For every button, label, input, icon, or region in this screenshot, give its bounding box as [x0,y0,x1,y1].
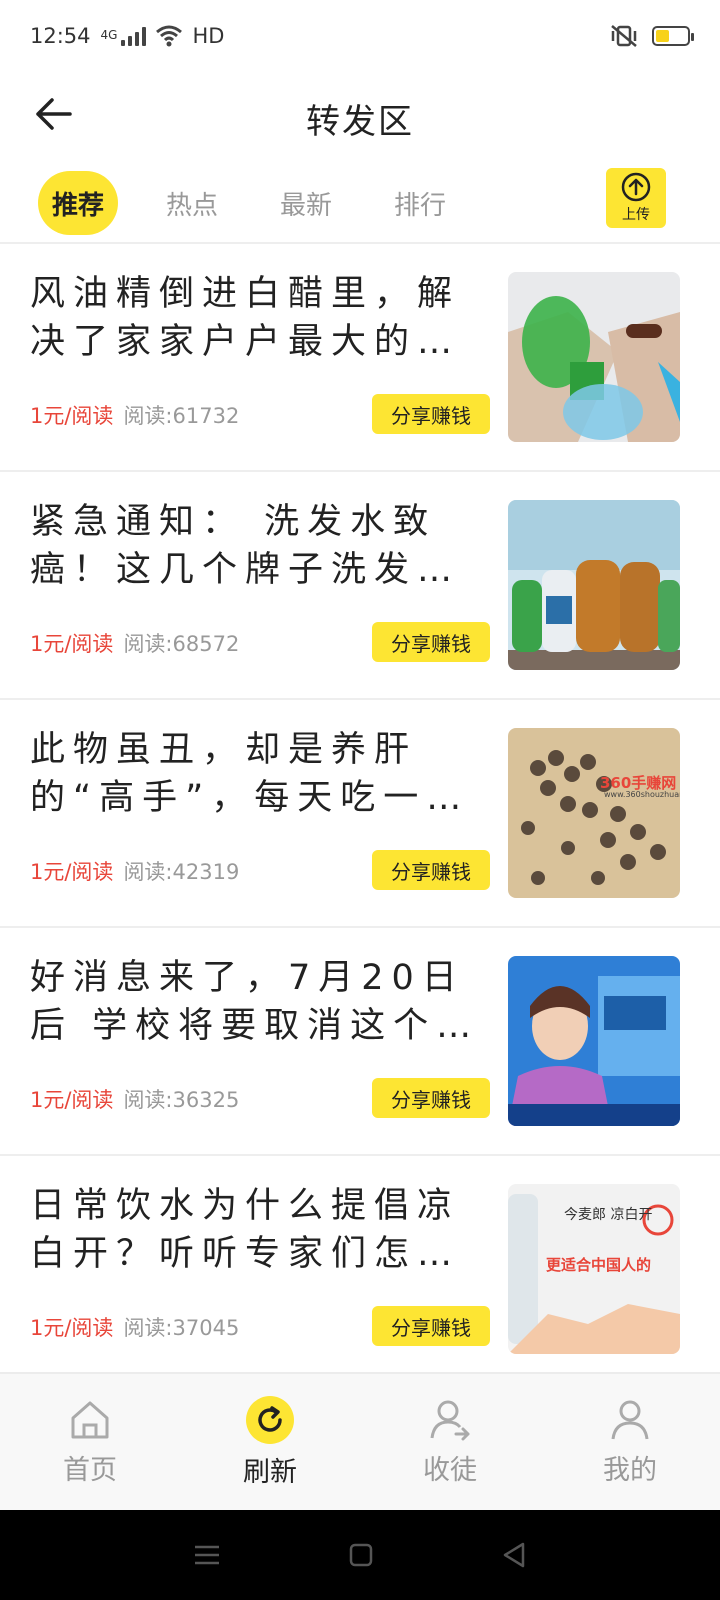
water-brand: 今麦郎 凉白开 [564,1207,653,1223]
watermark-url: www.360shouzhuan.com [604,790,680,799]
price-per-read: 1元/阅读 [30,404,114,428]
hd-label: HD [192,24,225,48]
back-triangle-icon[interactable] [501,1541,527,1569]
home-square-icon[interactable] [348,1542,374,1568]
article-item[interactable]: 好消息来了，7月20日后 学校将要取消这个… 1元/阅读 阅读:36325 分享… [0,928,720,1156]
article-title[interactable]: 此物虽丑，却是养肝的“高手”，每天吃一… [30,726,480,822]
article-meta: 1元/阅读 阅读:61732 [30,400,239,430]
article-item[interactable]: 风油精倒进白醋里，解决了家家户户最大的… 1元/阅读 阅读:61732 分享赚钱 [0,244,720,472]
share-earn-button[interactable]: 分享赚钱 [372,1306,490,1346]
read-count: 阅读:42319 [123,860,240,884]
article-meta: 1元/阅读 阅读:68572 [30,628,239,658]
water-thumbnail[interactable]: 今麦郎 凉白开 更适合中国人的 [508,1184,680,1354]
upload-button[interactable]: 上传 [606,168,666,228]
nav-label: 刷新 [243,1456,297,1488]
upload-icon [621,172,651,202]
bottom-nav: 首页 刷新 收徒 我的 [0,1372,720,1510]
page-title: 转发区 [306,101,414,142]
news-anchor-thumbnail[interactable] [508,956,680,1126]
status-left: 12:54 4G HD [30,24,224,48]
add-disciple-icon [430,1400,470,1440]
article-meta: 1元/阅读 阅读:37045 [30,1312,239,1342]
article-title[interactable]: 日常饮水为什么提倡凉白开？听听专家们怎… [30,1182,480,1278]
shampoo-thumbnail[interactable] [508,500,680,670]
tab-hot[interactable]: 热点 [152,171,232,235]
nav-label: 首页 [63,1454,117,1486]
water-slogan: 更适合中国人的 [546,1256,652,1274]
back-button[interactable] [26,86,82,142]
status-time: 12:54 [30,24,91,48]
header: 转发区 [0,72,720,164]
system-nav-bar [0,1510,720,1600]
article-list: 风油精倒进白醋里，解决了家家户户最大的… 1元/阅读 阅读:61732 分享赚钱… [0,244,720,1384]
profile-icon [611,1400,649,1439]
share-earn-button[interactable]: 分享赚钱 [372,850,490,890]
status-bar: 12:54 4G HD [0,0,720,72]
category-tabs: 推荐 热点 最新 排行 上传 [0,164,720,242]
battery-icon [652,26,694,46]
article-meta: 1元/阅读 阅读:42319 [30,856,239,886]
back-arrow-icon [36,98,72,130]
article-item[interactable]: 紧急通知： 洗发水致癌！这几个牌子洗发… 1元/阅读 阅读:68572 分享赚钱 [0,472,720,700]
read-count: 阅读:61732 [123,404,240,428]
article-title[interactable]: 好消息来了，7月20日后 学校将要取消这个… [30,954,480,1050]
price-per-read: 1元/阅读 [30,860,114,884]
signal-icon [121,26,147,46]
article-item[interactable]: 此物虽丑，却是养肝的“高手”，每天吃一… 1元/阅读 阅读:42319 分享赚钱… [0,700,720,928]
share-earn-button[interactable]: 分享赚钱 [372,622,490,662]
nav-profile[interactable]: 我的 [550,1382,710,1502]
share-earn-button[interactable]: 分享赚钱 [372,1078,490,1118]
nav-home[interactable]: 首页 [10,1382,170,1502]
price-per-read: 1元/阅读 [30,1088,114,1112]
refresh-icon [246,1395,294,1444]
upload-label: 上传 [622,207,650,223]
wifi-icon [156,25,183,47]
article-title[interactable]: 紧急通知： 洗发水致癌！这几个牌子洗发… [30,498,480,594]
tab-ranking[interactable]: 排行 [380,171,460,235]
article-title[interactable]: 风油精倒进白醋里，解决了家家户户最大的… [30,270,480,366]
price-per-read: 1元/阅读 [30,632,114,656]
tab-recommended[interactable]: 推荐 [38,171,119,235]
home-icon [71,1401,109,1438]
mute-vibrate-icon [611,25,637,47]
nav-label: 收徒 [423,1454,477,1486]
network-label: 4G [100,28,118,42]
read-count: 阅读:36325 [123,1088,240,1112]
read-count: 阅读:37045 [123,1316,240,1340]
bottle-thumbnail[interactable] [508,272,680,442]
tab-latest[interactable]: 最新 [266,171,346,235]
menu-icon[interactable] [193,1543,221,1567]
nav-label: 我的 [603,1454,657,1486]
nav-refresh[interactable]: 刷新 [190,1382,350,1502]
article-item[interactable]: 日常饮水为什么提倡凉白开？听听专家们怎… 1元/阅读 阅读:37045 分享赚钱… [0,1156,720,1384]
article-meta: 1元/阅读 阅读:36325 [30,1084,239,1114]
seeds-thumbnail[interactable]: 360手赚网 www.360shouzhuan.com [508,728,680,898]
price-per-read: 1元/阅读 [30,1316,114,1340]
nav-disciples[interactable]: 收徒 [370,1382,530,1502]
status-right [610,24,694,48]
share-earn-button[interactable]: 分享赚钱 [372,394,490,434]
read-count: 阅读:68572 [123,632,240,656]
